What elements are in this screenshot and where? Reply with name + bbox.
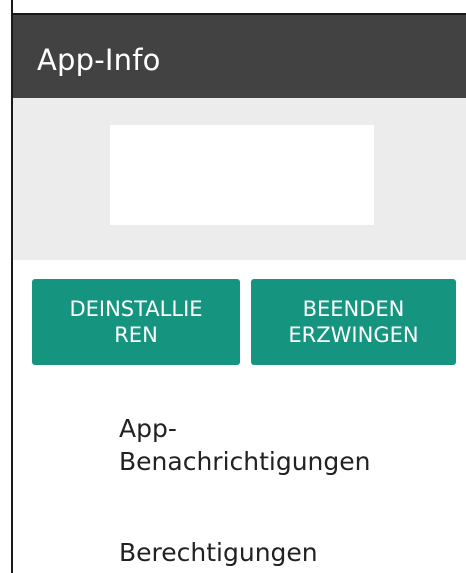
uninstall-label-line1: DEINSTALLIE — [69, 297, 203, 321]
force-stop-label-line1: BEENDEN — [302, 297, 405, 321]
menu-item-app-notifications[interactable]: App- Benachrichtigungen — [119, 412, 439, 478]
force-stop-label-line2: ERZWINGEN — [288, 323, 419, 347]
uninstall-button-label: DEINSTALLIE REN — [69, 296, 202, 348]
force-stop-button-label: BEENDEN ERZWINGEN — [288, 296, 418, 348]
screen-top-margin — [0, 0, 466, 13]
uninstall-label-line2: REN — [114, 323, 158, 347]
screen-left-border — [0, 0, 13, 573]
app-info-screen: App-Info DEINSTALLIE REN BEENDEN ERZWING… — [0, 0, 466, 573]
page-title: App-Info — [37, 43, 161, 77]
app-icon-placeholder — [110, 125, 374, 225]
uninstall-button[interactable]: DEINSTALLIE REN — [32, 279, 240, 365]
permissions-label: Berechtigungen — [119, 538, 318, 567]
force-stop-button[interactable]: BEENDEN ERZWINGEN — [251, 279, 456, 365]
app-header-area — [13, 98, 466, 260]
notifications-label-line1: App- — [119, 414, 177, 443]
app-bar: App-Info — [13, 13, 466, 98]
menu-item-permissions[interactable]: Berechtigungen — [119, 536, 439, 569]
notifications-label-line2: Benachrichtigungen — [119, 447, 371, 476]
